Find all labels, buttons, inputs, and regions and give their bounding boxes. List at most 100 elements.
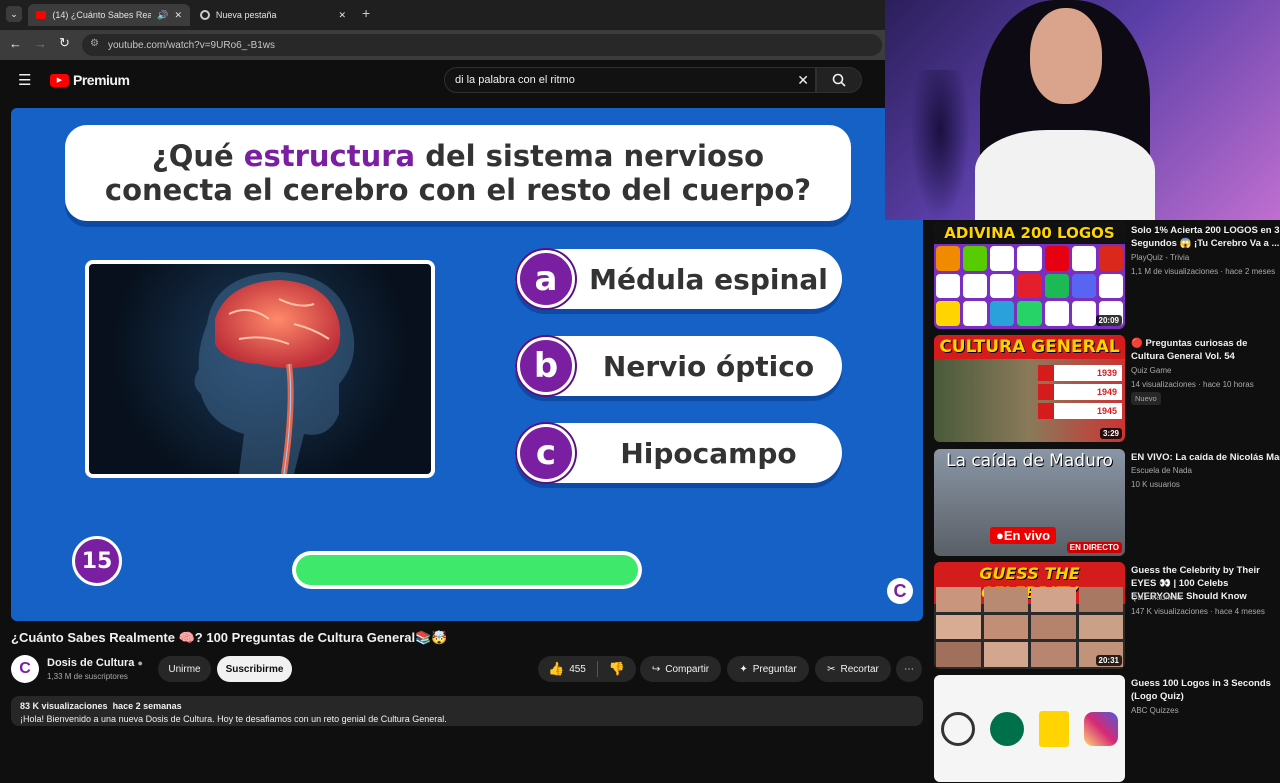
recommended-meta: 14 visualizaciones · hace 10 horas [1131, 380, 1254, 389]
video-thumbnail[interactable]: La caída de Maduro ●En vivo EN DIRECTO [934, 449, 1125, 556]
question-text: ¿Qué estructura del sistema nervioso con… [95, 139, 821, 207]
join-button[interactable]: Unirme [158, 656, 211, 682]
channel-name[interactable]: Dosis de Cultura ● [47, 657, 143, 669]
recommended-meta: 147 K visualizaciones · hace 4 meses [1131, 607, 1265, 616]
eyes-grid [936, 587, 1123, 667]
url-text: youtube.com/watch?v=9URo6_-B1ws [108, 39, 276, 51]
recommended-channel[interactable]: Quiz Game [1131, 366, 1171, 375]
video-player[interactable]: ¿Qué estructura del sistema nervioso con… [11, 108, 923, 621]
thumb-option: 1949 [1038, 384, 1122, 400]
eye-tile [1078, 587, 1123, 612]
instagram-logo-icon [1083, 711, 1118, 746]
youtube-logo[interactable]: ▶ Premium [50, 72, 130, 88]
tab-close-icon[interactable]: ✕ [174, 10, 182, 21]
video-thumbnail[interactable]: GUESS THE CELEBRITY 20:31 [934, 562, 1125, 669]
search-button[interactable] [816, 67, 862, 93]
recommended-item[interactable]: Guess 100 Logos in 3 Seconds (Logo Quiz)… [934, 675, 1280, 783]
cocacola-logo-icon [1017, 273, 1042, 299]
search-value: di la palabra con el ritmo [455, 74, 575, 86]
time-progress-bar [292, 551, 642, 589]
clear-search-icon[interactable]: ✕ [797, 72, 809, 89]
share-icon: ↪ [651, 663, 661, 675]
netflix-logo-icon [963, 301, 988, 326]
recommended-item[interactable]: ADIVINA 200 LOGOS 20:09 Solo 1% Acierta … [934, 222, 1280, 330]
new-tab-icon[interactable]: + [362, 5, 370, 21]
browser-toolbar: ← → ↻ ⚙ youtube.com/watch?v=9URo6_-B1ws [0, 30, 885, 60]
scissors-icon: ✂ [827, 663, 836, 675]
playdoh-logo-icon [936, 301, 961, 326]
ask-button[interactable]: ✦ Preguntar [727, 656, 809, 682]
more-icon: ⋯ [904, 663, 914, 675]
tab-close-icon[interactable]: ✕ [338, 10, 346, 21]
share-label: Compartir [665, 663, 710, 675]
forward-icon[interactable]: → [34, 36, 47, 51]
plant-silhouette [910, 70, 970, 220]
recommended-channel[interactable]: ABC Quizzes [1131, 706, 1179, 715]
back-icon[interactable]: ← [9, 36, 22, 51]
dislike-icon[interactable]: 👎 [609, 661, 625, 677]
eye-tile [936, 614, 981, 640]
option-a: a Médula espinal [515, 249, 842, 309]
subscribe-button[interactable]: Suscribirme [217, 656, 292, 682]
channel-avatar[interactable]: C [11, 655, 39, 683]
ask-label: Preguntar [752, 663, 797, 675]
share-button[interactable]: ↪ Compartir [640, 656, 721, 682]
video-thumbnail[interactable] [934, 675, 1125, 782]
recommended-channel[interactable]: PlayQuiz - Trivia [1131, 253, 1189, 262]
like-dislike-group: 👍 455 👎 [538, 656, 636, 682]
address-bar[interactable]: ⚙ youtube.com/watch?v=9URo6_-B1ws [82, 34, 882, 56]
option-c: c Hipocampo [515, 423, 842, 483]
description-text: ¡Hola! Bienvenido a una nueva Dosis de C… [20, 714, 447, 724]
nike-logo-icon [1017, 246, 1042, 271]
google-logo-icon [1071, 301, 1096, 326]
thumb-option: 1945 [1038, 403, 1122, 419]
like-icon[interactable]: 👍 [548, 661, 564, 677]
reload-icon[interactable]: ↻ [59, 35, 70, 51]
option-text: Nervio óptico [602, 349, 815, 383]
live-dot-icon: ● [996, 528, 1004, 543]
tab-new[interactable]: Nueva pestaña ✕ [192, 4, 354, 26]
youtube-favicon-icon [36, 11, 47, 19]
subscriber-count: 1,33 M de suscriptores [47, 672, 128, 681]
recommended-meta: 1,1 M de visualizaciones · hace 2 meses [1131, 267, 1276, 276]
search-input[interactable]: di la palabra con el ritmo ✕ [444, 67, 816, 93]
eye-tile [936, 587, 981, 612]
tab-youtube[interactable]: (14) ¿Cuánto Sabes Realme 🔊 ✕ [28, 4, 190, 26]
video-thumbnail[interactable]: ADIVINA 200 LOGOS 20:09 [934, 222, 1125, 329]
view-count: 83 K visualizaciones [20, 701, 108, 711]
live-indicator: EN DIRECTO [1066, 542, 1122, 553]
starbucks-logo-icon [990, 711, 1025, 746]
thumbnail-title: CULTURA GENERAL [934, 335, 1125, 359]
site-info-icon[interactable]: ⚙ [90, 38, 99, 49]
tab-list-icon[interactable]: ⌄ [6, 6, 22, 22]
chrome-favicon-icon [200, 10, 210, 20]
option-letter: c [517, 424, 575, 482]
streamer-face [1030, 8, 1102, 104]
more-actions-button[interactable]: ⋯ [896, 656, 922, 682]
option-letter: b [517, 337, 575, 395]
eye-tile [1031, 587, 1076, 612]
recommended-channel[interactable]: Escuela de Nada [1131, 466, 1192, 475]
tab-label: (14) ¿Cuánto Sabes Realme [52, 10, 152, 20]
eye-tile [1078, 614, 1123, 640]
recommended-channel[interactable]: Quiz Madness [1131, 593, 1182, 602]
menu-icon[interactable]: ☰ [18, 71, 31, 89]
recommended-item[interactable]: GUESS THE CELEBRITY 20:31 Guess the Cele… [934, 562, 1280, 670]
recommended-meta: 10 K usuarios [1131, 480, 1180, 489]
whatsapp-logo-icon [1017, 301, 1042, 326]
recommended-item[interactable]: La caída de Maduro ●En vivo EN DIRECTO E… [934, 449, 1280, 557]
video-duration: 20:31 [1095, 655, 1122, 666]
like-count[interactable]: 455 [569, 664, 586, 675]
countdown-timer: 15 [72, 536, 122, 586]
channel-watermark[interactable]: C [887, 578, 913, 604]
recommended-title: 🔴 Preguntas curiosas de Cultura General … [1131, 338, 1248, 362]
video-thumbnail[interactable]: CULTURA GENERAL 1939 1949 1945 3:29 [934, 335, 1125, 442]
upload-date: hace 2 semanas [112, 701, 182, 711]
youtube-header: ☰ ▶ Premium di la palabra con el ritmo ✕ [0, 60, 885, 100]
live-badge: ●En vivo [990, 527, 1057, 544]
mercedes-logo-icon [941, 711, 976, 746]
option-letter: a [517, 250, 575, 308]
recommended-item[interactable]: CULTURA GENERAL 1939 1949 1945 3:29 🔴 Pr… [934, 335, 1280, 443]
description-box[interactable]: 83 K visualizaciones hace 2 semanas ¡Hol… [11, 696, 923, 726]
clip-button[interactable]: ✂ Recortar [815, 656, 891, 682]
